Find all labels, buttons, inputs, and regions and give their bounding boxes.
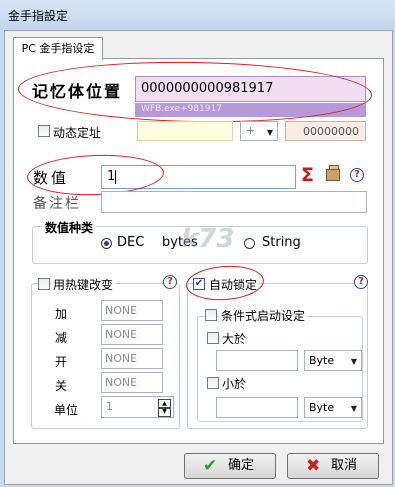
cancel-button-label: 取消: [331, 458, 358, 473]
notes-label: 备注栏: [33, 196, 81, 212]
value-type-title: 数值种类: [42, 219, 97, 236]
hotkey-on-placeholder: NONE: [105, 352, 138, 365]
hotkey-add-input[interactable]: NONE: [101, 300, 163, 321]
hotkey-sub-placeholder: NONE: [105, 328, 138, 341]
dynamic-base-field[interactable]: [137, 121, 233, 141]
greater-label: 大於: [222, 332, 247, 346]
hotkey-checkbox[interactable]: [38, 278, 50, 290]
hotkey-label: 用热键改变: [51, 276, 116, 293]
stepper-down-icon[interactable]: ▼: [158, 407, 171, 417]
memory-address-field[interactable]: 0000000000981917: [135, 76, 366, 102]
hotkey-add-placeholder: NONE: [105, 304, 138, 317]
hotkey-unit-label: 单位: [54, 403, 79, 417]
hotkey-help-icon[interactable]: ?: [163, 275, 177, 289]
watermark-logo: k73: [181, 224, 234, 254]
window-title: 金手指設定: [8, 9, 69, 23]
dynamic-sign-value: +: [246, 124, 256, 137]
value-label: 数值: [33, 169, 70, 187]
greater-type-select[interactable]: Byte ▼: [304, 350, 362, 371]
hotkey-label-sub: 减: [55, 331, 68, 345]
less-checkbox[interactable]: [207, 377, 219, 389]
dynamic-address-label: 动态定址: [53, 126, 102, 140]
hotkey-sub-input[interactable]: NONE: [101, 324, 163, 345]
condition-checkbox[interactable]: [205, 309, 217, 321]
hotkey-label-on: 开: [55, 355, 68, 369]
chevron-down-icon: ▼: [266, 128, 273, 137]
ok-button-label: 确定: [228, 458, 255, 473]
unit-stepper[interactable]: 1 ▲ ▼: [101, 396, 174, 418]
hotkey-off-placeholder: NONE: [105, 376, 138, 389]
hotkey-on-input[interactable]: NONE: [101, 348, 163, 369]
title-bar: 金手指設定: [0, 0, 395, 30]
auto-lock-help-icon[interactable]: ?: [354, 275, 368, 289]
less-type-value: Byte: [309, 401, 335, 414]
checkmark-icon: ✔: [203, 456, 218, 476]
memory-hint-text: WFB.exe+981917: [141, 104, 222, 114]
chevron-down-icon: ▼: [350, 404, 357, 413]
value-help-icon[interactable]: ?: [350, 168, 364, 182]
radio-dec[interactable]: [101, 238, 112, 249]
unit-value: 1: [106, 400, 113, 413]
hotkey-off-input[interactable]: NONE: [101, 372, 163, 393]
watermark-text: k73: [181, 224, 235, 254]
less-type-select[interactable]: Byte ▼: [304, 397, 362, 418]
memory-hint-bar: WFB.exe+981917: [135, 103, 366, 117]
text-cursor: [115, 170, 116, 184]
box-icon[interactable]: [326, 165, 340, 181]
less-label: 小於: [222, 377, 247, 391]
condition-label: 条件式启动设定: [219, 307, 308, 324]
ok-button[interactable]: ✔ 确定: [184, 453, 276, 479]
greater-input[interactable]: [216, 350, 298, 371]
notes-input[interactable]: [101, 191, 367, 213]
dynamic-offset-value: 00000000: [303, 125, 359, 138]
greater-checkbox[interactable]: [207, 332, 219, 344]
hotkey-label-off: 关: [55, 379, 68, 393]
cancel-x-icon: ✖: [306, 456, 321, 476]
auto-lock-checkbox[interactable]: ✔: [193, 278, 205, 290]
radio-dec-label: DEC: [117, 235, 145, 250]
value-input[interactable]: 1: [101, 165, 296, 189]
radio-string[interactable]: [244, 238, 255, 249]
less-input[interactable]: [216, 397, 298, 418]
hotkey-label-add: 加: [55, 307, 68, 321]
dynamic-address-checkbox[interactable]: [38, 125, 50, 137]
sum-icon[interactable]: Σ: [301, 164, 314, 186]
dynamic-sign-select[interactable]: + ▼: [240, 121, 278, 141]
chevron-down-icon: ▼: [350, 357, 357, 366]
memory-address-label: 记忆体位置: [32, 82, 123, 101]
memory-address-value: 0000000000981917: [141, 81, 274, 96]
dynamic-offset-field[interactable]: 00000000: [285, 121, 366, 141]
tab-pc-cheat[interactable]: PC 金手指设定: [13, 37, 103, 60]
greater-type-value: Byte: [309, 354, 335, 367]
auto-lock-label: 自动锁定: [207, 276, 260, 293]
cancel-button[interactable]: ✖ 取消: [287, 453, 379, 479]
radio-string-label: String: [262, 235, 301, 250]
